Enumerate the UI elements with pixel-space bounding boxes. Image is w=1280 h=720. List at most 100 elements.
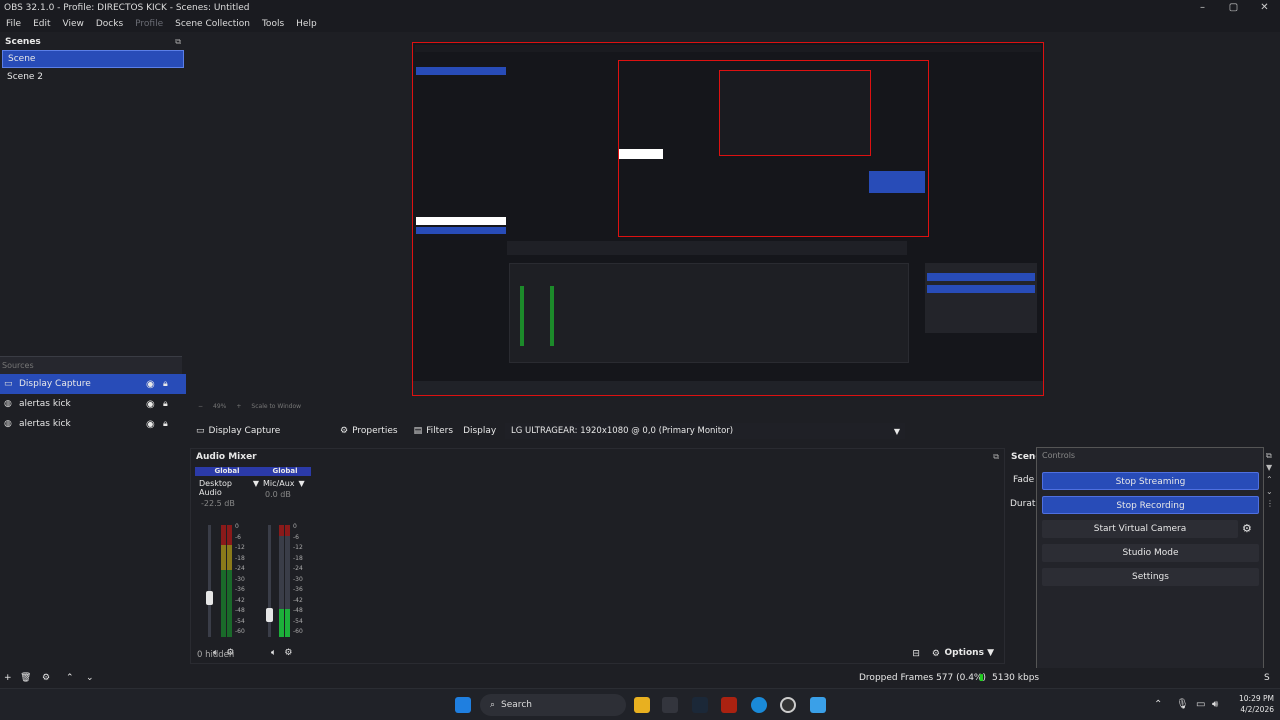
chevron-up-icon[interactable]: ⌃ xyxy=(1154,699,1162,710)
gear-icon[interactable]: ⚙ xyxy=(42,673,50,683)
display-select-value: LG ULTRAGEAR: 1920x1080 @ 0,0 (Primary M… xyxy=(511,426,734,436)
obs-icon[interactable] xyxy=(780,697,796,713)
channel-name: Mic/Aux xyxy=(263,479,295,488)
add-icon[interactable]: + xyxy=(4,673,12,683)
sources-dock: Sources ▭ Display Capture ◉ 🔒︎ ◍ alertas… xyxy=(0,356,186,666)
gear-icon[interactable]: ⚙ xyxy=(284,648,292,658)
scene-item-scene[interactable]: Scene xyxy=(2,50,184,68)
chevron-up-icon[interactable]: ⌃ xyxy=(66,673,74,683)
minimize-button[interactable]: – xyxy=(1187,0,1218,16)
chevron-down-icon[interactable]: ⌄ xyxy=(86,673,94,683)
gear-icon[interactable]: ⚙ xyxy=(932,649,940,659)
filters-button[interactable]: ▤ Filters xyxy=(406,426,462,436)
source-item-alertas-kick[interactable]: ◍ alertas kick ◉ 🔒︎ xyxy=(0,394,186,414)
mixer-channel-desktop-audio: Global Desktop Audio ▼ -22.5 dB 0 -6 -12 -18… xyxy=(195,467,259,658)
terminal-icon[interactable] xyxy=(662,697,678,713)
nested-source-selected xyxy=(416,227,506,234)
channel-db: -22.5 dB xyxy=(201,499,235,508)
sources-header: Sources xyxy=(0,356,182,374)
close-button[interactable]: ✕ xyxy=(1249,0,1280,16)
chevron-down-icon[interactable]: ▼ xyxy=(299,479,305,488)
transition-duration-label: Durati xyxy=(1010,499,1038,509)
level-meter xyxy=(279,525,284,637)
signal-icon: ▮ xyxy=(979,673,984,683)
stop-streaming-button[interactable]: Stop Streaming xyxy=(1042,472,1259,490)
undock-icon[interactable]: ⧉ xyxy=(175,37,181,47)
browser-icon: ◍ xyxy=(4,399,12,409)
audio-mixer-header: Audio Mixer xyxy=(196,452,257,462)
volume-slider-knob[interactable] xyxy=(206,590,213,605)
studio-mode-button[interactable]: Studio Mode xyxy=(1042,544,1259,562)
filter-icon: ▤ xyxy=(413,426,423,436)
lock-icon[interactable]: 🔒︎ xyxy=(163,399,168,409)
menu-view[interactable]: View xyxy=(57,19,90,29)
side-arrows[interactable]: ⧉ ▼ ⌃ ⌄ ⋮ xyxy=(1266,450,1274,510)
zoom-mode[interactable]: Scale to Window xyxy=(251,403,301,410)
lock-icon[interactable]: 🔒︎ xyxy=(163,419,168,429)
undock-icon[interactable]: ⧉ xyxy=(993,452,999,462)
transition-fade[interactable]: Fade xyxy=(1005,462,1037,485)
scene-item-scene-2[interactable]: Scene 2 xyxy=(2,68,184,86)
zoom-out-icon[interactable]: − xyxy=(198,403,203,410)
stop-recording-button[interactable]: Stop Recording xyxy=(1042,496,1259,514)
controls-dock: Controls Stop Streaming Stop Recording S… xyxy=(1036,447,1264,675)
file-explorer-icon[interactable] xyxy=(634,697,650,713)
app-icon[interactable] xyxy=(810,697,826,713)
level-meter xyxy=(285,525,290,637)
mic-icon[interactable]: 🎙︎ xyxy=(1176,699,1189,710)
scenes-header: Scenes xyxy=(5,37,41,47)
preview-canvas[interactable] xyxy=(412,42,1044,396)
status-extra: S xyxy=(1264,673,1270,683)
source-item-display-capture[interactable]: ▭ Display Capture ◉ 🔒︎ xyxy=(0,374,186,394)
eye-icon[interactable]: ◉ xyxy=(146,379,155,390)
menu-scene-collection[interactable]: Scene Collection xyxy=(169,19,256,29)
scenes-dock: Scenes ⧉ Scene Scene 2 xyxy=(0,34,186,356)
taskbar-search[interactable]: ⌕ Search xyxy=(480,694,626,716)
clock[interactable]: 10:29 PM 4/2/2026 xyxy=(1226,693,1274,715)
display-select[interactable]: LG ULTRAGEAR: 1920x1080 @ 0,0 (Primary M… xyxy=(505,423,905,439)
volume-slider-knob[interactable] xyxy=(266,607,273,622)
windows-start-icon[interactable] xyxy=(455,697,471,713)
source-label: alertas kick xyxy=(19,419,71,429)
lock-icon[interactable]: 🔒︎ xyxy=(163,379,168,389)
volume-icon[interactable]: 🔊︎ xyxy=(1212,699,1218,710)
zoom-in-icon[interactable]: + xyxy=(236,403,241,410)
menu-tools[interactable]: Tools xyxy=(256,19,290,29)
steam-icon[interactable] xyxy=(692,697,708,713)
monitor-icon: ▭ xyxy=(4,379,13,389)
mixer-toolbar: ⊟ ⚙ xyxy=(912,649,940,659)
menu-docks[interactable]: Docks xyxy=(90,19,129,29)
speaker-icon[interactable]: 🔈︎ xyxy=(271,648,276,658)
edge-icon[interactable] xyxy=(751,697,767,713)
maximize-button[interactable]: ▢ xyxy=(1218,0,1249,16)
display-label: Display xyxy=(463,426,497,436)
eye-icon[interactable]: ◉ xyxy=(146,419,155,430)
status-bar: + 🗑︎ ⚙ ⌃ ⌄ Dropped Frames 577 (0.4%) ▮ 5… xyxy=(0,668,1280,688)
capture-app-icon[interactable] xyxy=(721,697,737,713)
source-item-alertas-kick-2[interactable]: ◍ alertas kick ◉ 🔒︎ xyxy=(0,414,186,434)
properties-button[interactable]: ⚙ Properties xyxy=(332,426,406,436)
start-virtual-camera-button[interactable]: Start Virtual Camera xyxy=(1042,520,1238,538)
monitor-icon: ▭ xyxy=(196,426,205,436)
menu-file[interactable]: File xyxy=(0,19,27,29)
layout-icon[interactable]: ⊟ xyxy=(912,649,920,659)
options-button[interactable]: Options ▼ xyxy=(945,648,995,658)
settings-button[interactable]: Settings xyxy=(1042,568,1259,586)
menu-edit[interactable]: Edit xyxy=(27,19,56,29)
nested-scene-selected xyxy=(416,67,506,75)
level-meter xyxy=(221,525,226,637)
trash-icon[interactable]: 🗑︎ xyxy=(20,673,31,683)
network-icon[interactable]: ▭ xyxy=(1196,699,1205,710)
menu-help[interactable]: Help xyxy=(290,19,323,29)
menu-profile[interactable]: Profile xyxy=(129,19,169,29)
menu-bar: File Edit View Docks Profile Scene Colle… xyxy=(0,16,1280,32)
eye-icon[interactable]: ◉ xyxy=(146,399,155,410)
dropped-frames: Dropped Frames 577 (0.4%) xyxy=(859,673,986,683)
taskbar: ⌕ Search ⌃ 🎙︎ ▭ 🔊︎ 10:29 PM 4/2/2026 xyxy=(0,688,1280,720)
controls-header: Controls xyxy=(1042,451,1076,460)
gear-icon[interactable]: ⚙ xyxy=(1242,522,1252,535)
context-source-name: Display Capture xyxy=(208,426,281,436)
source-label: Display Capture xyxy=(19,379,91,389)
nested-controls xyxy=(925,263,1037,333)
volume-slider[interactable] xyxy=(208,525,211,637)
